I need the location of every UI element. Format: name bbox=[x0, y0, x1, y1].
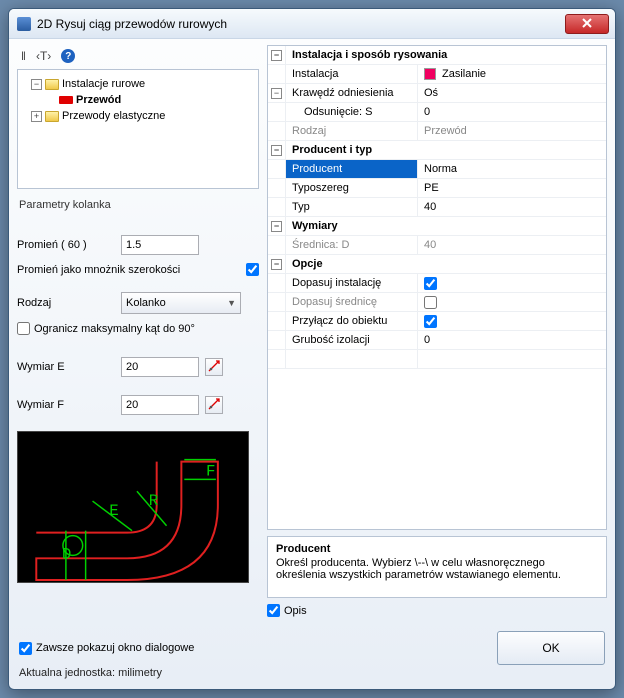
row-empty bbox=[268, 350, 606, 369]
collapse-icon[interactable]: − bbox=[271, 221, 282, 232]
chevron-down-icon: ▼ bbox=[227, 298, 236, 308]
unit-label: Aktualna jednostka: milimetry bbox=[9, 667, 615, 689]
toolbar-text-icon[interactable]: ‹T› bbox=[36, 49, 51, 63]
limit90-checkbox[interactable] bbox=[17, 322, 30, 335]
row-krawedz[interactable]: − Krawędź odniesienia Oś bbox=[268, 84, 606, 103]
group-opcje: Opcje bbox=[286, 255, 606, 273]
collapse-icon[interactable]: − bbox=[271, 145, 282, 156]
kind-dropdown[interactable]: Kolanko ▼ bbox=[121, 292, 241, 314]
description-title: Producent bbox=[276, 543, 598, 555]
radius-input[interactable] bbox=[121, 235, 199, 255]
color-swatch-icon bbox=[424, 68, 436, 80]
property-grid[interactable]: − Instalacja i sposób rysowania Instalac… bbox=[267, 45, 607, 530]
limit90-label: Ogranicz maksymalny kąt do 90° bbox=[34, 323, 195, 335]
window-title: 2D Rysuj ciąg przewodów rurowych bbox=[37, 17, 227, 31]
kind-label: Rodzaj bbox=[17, 297, 121, 309]
pick-icon bbox=[208, 398, 220, 413]
dimF-input[interactable] bbox=[121, 395, 199, 415]
dimF-pick-button[interactable] bbox=[205, 396, 223, 414]
row-srednica: Średnica: D 40 bbox=[268, 236, 606, 255]
collapse-icon[interactable]: − bbox=[271, 259, 282, 270]
radius-mult-checkbox[interactable] bbox=[246, 263, 259, 276]
row-producent[interactable]: Producent Norma bbox=[268, 160, 606, 179]
tree-item-pipe[interactable]: Przewód bbox=[22, 92, 254, 108]
folder-icon bbox=[45, 79, 59, 90]
expand-icon[interactable]: − bbox=[31, 79, 42, 90]
opis-label: Opis bbox=[284, 605, 307, 617]
dimF-label: Wymiar F bbox=[17, 399, 121, 411]
opis-checkbox[interactable] bbox=[267, 604, 280, 617]
help-icon[interactable]: ? bbox=[61, 49, 75, 63]
radius-label: Promień ( 60 ) bbox=[17, 239, 121, 251]
row-instalacja[interactable]: Instalacja Zasilanie bbox=[268, 65, 606, 84]
ok-button[interactable]: OK bbox=[497, 631, 605, 665]
always-show-label: Zawsze pokazuj okno dialogowe bbox=[36, 642, 194, 654]
elbow-preview: E R F D bbox=[17, 431, 249, 583]
app-icon bbox=[17, 17, 31, 31]
svg-text:R: R bbox=[149, 492, 159, 510]
row-przylacz[interactable]: Przyłącz do obiektu bbox=[268, 312, 606, 331]
collapse-icon[interactable]: − bbox=[271, 50, 282, 61]
titlebar: 2D Rysuj ciąg przewodów rurowych bbox=[9, 9, 615, 39]
dialog-window: 2D Rysuj ciąg przewodów rurowych ‖ ‹T› ?… bbox=[8, 8, 616, 690]
expand-icon[interactable]: + bbox=[31, 111, 42, 122]
dimE-input[interactable] bbox=[121, 357, 199, 377]
fit-install-checkbox[interactable] bbox=[424, 277, 437, 290]
tree-view[interactable]: − Instalacje rurowe Przewód + Przewody e… bbox=[17, 69, 259, 189]
folder-icon bbox=[45, 111, 59, 122]
dimE-label: Wymiar E bbox=[17, 361, 121, 373]
tree-item-flexible[interactable]: + Przewody elastyczne bbox=[22, 108, 254, 124]
svg-text:D: D bbox=[62, 545, 71, 563]
pick-icon bbox=[208, 360, 220, 375]
row-odsuniecie[interactable]: Odsunięcie: S 0 bbox=[268, 103, 606, 122]
radius-mult-label: Promień jako mnożnik szerokości bbox=[17, 264, 246, 276]
section-params-title: Parametry kolanka bbox=[19, 199, 259, 211]
pipe-icon bbox=[59, 96, 73, 104]
group-producent: Producent i typ bbox=[286, 141, 606, 159]
collapse-icon[interactable]: − bbox=[271, 88, 282, 99]
row-grubosc[interactable]: Grubość izolacji 0 bbox=[268, 331, 606, 350]
group-install: Instalacja i sposób rysowania bbox=[286, 46, 606, 64]
tree-item-installations[interactable]: − Instalacje rurowe bbox=[22, 76, 254, 92]
svg-text:E: E bbox=[109, 502, 118, 520]
row-dopasuj-instalacje[interactable]: Dopasuj instalację bbox=[268, 274, 606, 293]
always-show-checkbox[interactable] bbox=[19, 642, 32, 655]
dimE-pick-button[interactable] bbox=[205, 358, 223, 376]
row-typoszereg[interactable]: Typoszereg PE bbox=[268, 179, 606, 198]
svg-text:F: F bbox=[206, 462, 215, 480]
close-icon bbox=[582, 17, 592, 31]
attach-object-checkbox[interactable] bbox=[424, 315, 437, 328]
description-body: Określ producenta. Wybierz \--\ w celu w… bbox=[276, 557, 598, 581]
mini-toolbar: ‖ ‹T› ? bbox=[17, 45, 259, 69]
row-dopasuj-srednice[interactable]: Dopasuj średnicę bbox=[268, 293, 606, 312]
description-box: Producent Określ producenta. Wybierz \--… bbox=[267, 536, 607, 598]
row-typ[interactable]: Typ 40 bbox=[268, 198, 606, 217]
group-wymiary: Wymiary bbox=[286, 217, 606, 235]
fit-diameter-checkbox[interactable] bbox=[424, 296, 437, 309]
row-rodzaj: Rodzaj Przewód bbox=[268, 122, 606, 141]
close-button[interactable] bbox=[565, 14, 609, 34]
toolbar-lines-icon[interactable]: ‖ bbox=[21, 49, 26, 63]
